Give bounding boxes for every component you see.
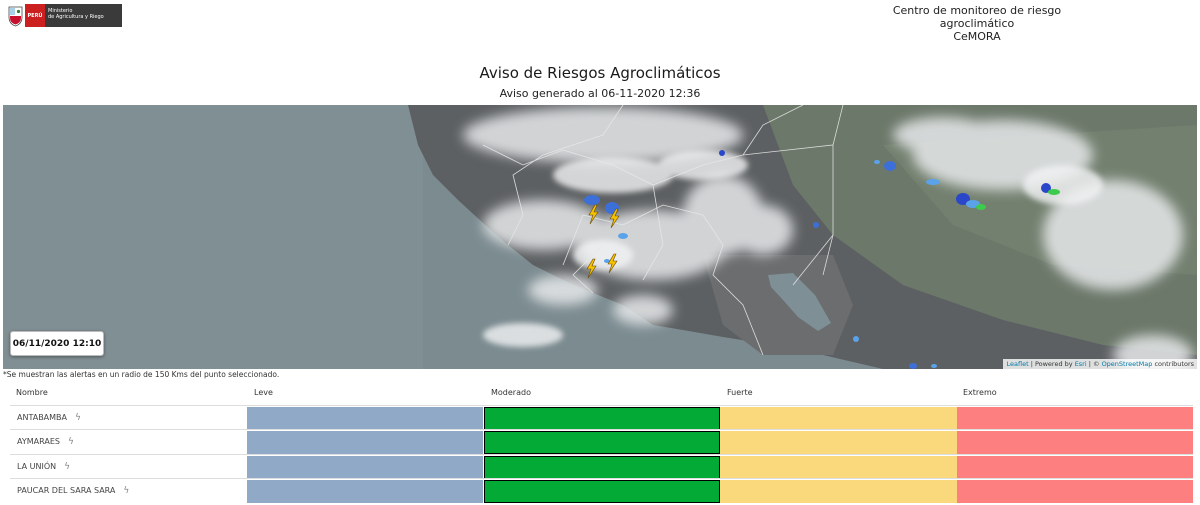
cell-extremo — [957, 407, 1193, 430]
table-row[interactable]: AYMARAES ϟ — [10, 429, 1193, 454]
header-moderado: Moderado — [491, 388, 531, 397]
cell-extremo — [957, 456, 1193, 479]
lightning-icon: ϟ — [123, 486, 130, 496]
cell-fuerte — [720, 407, 957, 430]
attribution-separator: | © — [1086, 360, 1102, 368]
row-name: PAUCAR DEL SARA SARA ϟ — [17, 486, 129, 496]
row-label: AYMARAES — [17, 437, 60, 446]
cell-fuerte — [720, 456, 957, 479]
row-label: ANTABAMBA — [17, 413, 68, 422]
page-subtitle: Aviso generado al 06-11-2020 12:36 — [499, 87, 701, 100]
header-leve: Leve — [254, 388, 273, 397]
satellite-map[interactable]: 06/11/2020 12:10 Leaflet | Powered by Es… — [3, 105, 1197, 369]
cell-extremo — [957, 480, 1193, 503]
org-name-line1: Centro de monitoreo de riesgo agroclimát… — [892, 4, 1062, 30]
row-label: PAUCAR DEL SARA SARA — [17, 486, 116, 495]
row-label: LA UNIÓN — [17, 462, 57, 471]
cell-leve — [247, 431, 483, 454]
lightning-icon: ϟ — [64, 462, 71, 472]
row-name: ANTABAMBA ϟ — [17, 413, 81, 423]
map-attribution: Leaflet | Powered by Esri | © OpenStreet… — [1003, 359, 1197, 369]
cell-leve — [247, 480, 483, 503]
page-title: Aviso de Riesgos Agroclimáticos — [479, 64, 721, 82]
table-row[interactable]: ANTABAMBA ϟ — [10, 405, 1193, 430]
cell-moderado-active — [484, 407, 720, 430]
cell-moderado-active — [484, 456, 720, 479]
organization-name: Centro de monitoreo de riesgo agroclimát… — [857, 4, 1097, 43]
coat-of-arms-icon — [8, 6, 23, 27]
cell-moderado-active — [484, 431, 720, 454]
radius-note: *Se muestran las alertas en un radio de … — [3, 370, 280, 379]
table-header: Nombre Leve Moderado Fuerte Extremo — [10, 386, 1195, 402]
satellite-imagery — [3, 105, 1197, 369]
cell-fuerte — [720, 431, 957, 454]
org-name-line2: CeMORA — [953, 30, 1001, 43]
osm-link[interactable]: OpenStreetMap — [1102, 360, 1153, 368]
attribution-end: contributors — [1152, 360, 1194, 368]
cell-leve — [247, 456, 483, 479]
cell-fuerte — [720, 480, 957, 503]
row-name: LA UNIÓN ϟ — [17, 462, 70, 472]
ministry-logo[interactable]: PERÚ Ministerio de Agricultura y Riego — [7, 4, 122, 27]
cell-moderado-active — [484, 480, 720, 503]
header-fuerte: Fuerte — [727, 388, 753, 397]
cell-leve — [247, 407, 483, 430]
table-row[interactable]: PAUCAR DEL SARA SARA ϟ — [10, 478, 1193, 503]
logo-ministry-line2: de Agricultura y Riego — [48, 14, 104, 20]
leaflet-link[interactable]: Leaflet — [1006, 360, 1028, 368]
attribution-text: | Powered by — [1028, 360, 1075, 368]
map-timestamp: 06/11/2020 12:10 — [10, 331, 104, 356]
lightning-icon: ϟ — [75, 413, 81, 423]
table-row[interactable]: LA UNIÓN ϟ — [10, 454, 1193, 479]
lightning-icon: ϟ — [67, 437, 74, 447]
header-extremo: Extremo — [963, 388, 997, 397]
page: PERÚ Ministerio de Agricultura y Riego C… — [0, 0, 1200, 505]
cell-extremo — [957, 431, 1193, 454]
logo-ministry: Ministerio de Agricultura y Riego — [45, 4, 122, 27]
esri-link[interactable]: Esri — [1075, 360, 1087, 368]
row-name: AYMARAES ϟ — [17, 437, 74, 447]
header-name: Nombre — [16, 388, 48, 397]
logo-country: PERÚ — [25, 4, 45, 27]
